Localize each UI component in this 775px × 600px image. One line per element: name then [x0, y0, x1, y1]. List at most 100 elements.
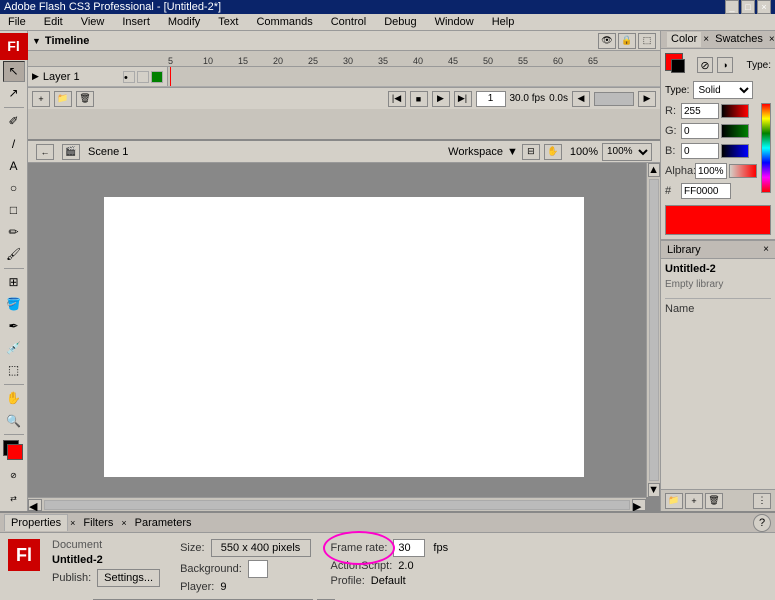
- color-spectrum-bar[interactable]: [761, 103, 771, 193]
- tool-line[interactable]: /: [3, 133, 25, 154]
- timeline-frame-btn[interactable]: ⬚: [638, 33, 656, 49]
- add-layer-btn[interactable]: +: [32, 91, 50, 107]
- add-folder-btn[interactable]: 📁: [54, 91, 72, 107]
- no-color-btn[interactable]: ⊘: [3, 464, 25, 486]
- tool-brush[interactable]: 🖌: [3, 243, 25, 264]
- zoom-select[interactable]: 100% 50% 200%: [602, 143, 652, 161]
- menu-view[interactable]: View: [77, 14, 109, 30]
- delete-layer-btn[interactable]: 🗑: [76, 91, 94, 107]
- tool-arrow[interactable]: ↖: [3, 61, 25, 82]
- r-slider[interactable]: [721, 104, 749, 118]
- scroll-thumb-h[interactable]: [44, 500, 630, 510]
- lib-options-btn[interactable]: ⋮: [753, 493, 771, 509]
- stage-canvas[interactable]: [104, 197, 584, 477]
- timeline-collapse-btn[interactable]: ▼: [32, 36, 41, 46]
- size-button[interactable]: 550 x 400 pixels: [211, 539, 311, 557]
- menu-modify[interactable]: Modify: [164, 14, 204, 30]
- menu-debug[interactable]: Debug: [380, 14, 420, 30]
- b-input[interactable]: 0: [681, 143, 719, 159]
- black-white-btn[interactable]: ◑: [717, 57, 733, 73]
- menu-commands[interactable]: Commands: [252, 14, 316, 30]
- menu-window[interactable]: Window: [431, 14, 478, 30]
- menu-insert[interactable]: Insert: [118, 14, 154, 30]
- stage-back-btn[interactable]: ←: [36, 144, 54, 160]
- next-frame-btn[interactable]: ▶|: [454, 91, 472, 107]
- stroke-swatch[interactable]: [671, 59, 685, 73]
- play-btn[interactable]: ▶: [432, 91, 450, 107]
- tool-fill[interactable]: 🪣: [3, 294, 25, 315]
- lib-add-item-btn[interactable]: +: [685, 493, 703, 509]
- lib-add-folder-btn[interactable]: 📁: [665, 493, 683, 509]
- library-close-btn[interactable]: ×: [763, 244, 769, 255]
- menu-file[interactable]: File: [4, 14, 30, 30]
- alpha-slider[interactable]: [729, 164, 757, 178]
- workspace-label[interactable]: Workspace: [448, 146, 503, 158]
- timeline-eye-btn[interactable]: 👁: [598, 33, 616, 49]
- props-help-button[interactable]: ?: [753, 514, 771, 532]
- tab-properties[interactable]: Properties: [4, 514, 68, 531]
- tool-oval[interactable]: ○: [3, 177, 25, 198]
- stage-hand-btn[interactable]: ✋: [544, 144, 562, 160]
- workspace-dropdown-icon[interactable]: ▼: [507, 146, 518, 158]
- hex-input[interactable]: FF0000: [681, 183, 731, 199]
- timeline-scroll-right[interactable]: ▶: [638, 91, 656, 107]
- tab-swatches[interactable]: Swatches: [711, 32, 767, 47]
- scroll-thumb-v[interactable]: [649, 179, 659, 481]
- prev-frame-btn[interactable]: |◀: [388, 91, 406, 107]
- scroll-right-btn[interactable]: ▶: [632, 499, 646, 511]
- tab-parameters[interactable]: Parameters: [129, 515, 198, 531]
- layer-name-1[interactable]: Layer 1: [43, 71, 80, 83]
- b-slider[interactable]: [721, 144, 749, 158]
- color-preview-swatch[interactable]: [665, 205, 771, 235]
- scroll-left-btn[interactable]: ◀: [28, 499, 42, 511]
- tool-ink[interactable]: ✒: [3, 316, 25, 337]
- tool-eraser[interactable]: ⬚: [3, 360, 25, 381]
- timeline-scrollbar[interactable]: [594, 92, 634, 106]
- g-input[interactable]: 0: [681, 123, 719, 139]
- settings-button[interactable]: Settings...: [97, 569, 160, 587]
- frame-number-input[interactable]: 1: [476, 91, 506, 107]
- menu-control[interactable]: Control: [327, 14, 370, 30]
- menu-edit[interactable]: Edit: [40, 14, 67, 30]
- stage-snap-btn[interactable]: ⊟: [522, 144, 540, 160]
- stop-btn[interactable]: ■: [410, 91, 428, 107]
- bg-color-box[interactable]: [248, 560, 268, 578]
- close-button[interactable]: ×: [757, 0, 771, 14]
- stage-area[interactable]: ◀ ▶ ▲ ▼: [28, 163, 660, 511]
- framerate-input[interactable]: 30: [393, 539, 425, 557]
- no-color-mini[interactable]: ⊘: [697, 57, 713, 73]
- props-tab-close-2[interactable]: ×: [121, 518, 126, 528]
- scroll-down-btn[interactable]: ▼: [648, 483, 660, 497]
- r-input[interactable]: 255: [681, 103, 719, 119]
- timeline-lock-btn[interactable]: 🔒: [618, 33, 636, 49]
- menu-text[interactable]: Text: [214, 14, 242, 30]
- tool-text[interactable]: A: [3, 155, 25, 176]
- menu-help[interactable]: Help: [488, 14, 519, 30]
- horizontal-scrollbar[interactable]: ◀ ▶: [28, 497, 646, 511]
- swap-colors-btn[interactable]: ⇄: [3, 487, 25, 509]
- scroll-up-btn[interactable]: ▲: [648, 163, 660, 177]
- tool-pencil[interactable]: ✏: [3, 221, 25, 242]
- alpha-input[interactable]: 100%: [695, 163, 727, 179]
- tool-freehand[interactable]: ✐: [3, 111, 25, 132]
- layer-eye-icon[interactable]: •: [123, 71, 135, 83]
- g-slider[interactable]: [721, 124, 749, 138]
- fill-color-box[interactable]: [7, 444, 23, 460]
- layer-content-1[interactable]: [168, 67, 660, 86]
- tool-eyedrop[interactable]: 💉: [3, 338, 25, 359]
- minimize-button[interactable]: _: [725, 0, 739, 14]
- lib-delete-btn[interactable]: 🗑: [705, 493, 723, 509]
- timeline-scroll-left[interactable]: ◀: [572, 91, 590, 107]
- tool-hand[interactable]: ✋: [3, 388, 25, 409]
- color-type-select[interactable]: Solid Linear Radial: [693, 81, 753, 99]
- props-tab-close-1[interactable]: ×: [70, 518, 75, 528]
- tool-freexform[interactable]: ⊞: [3, 271, 25, 292]
- vertical-scrollbar[interactable]: ▲ ▼: [646, 163, 660, 497]
- tool-subselect[interactable]: ↗: [3, 83, 25, 104]
- tool-rect[interactable]: □: [3, 199, 25, 220]
- maximize-button[interactable]: □: [741, 0, 755, 14]
- tab-color[interactable]: Color: [667, 32, 701, 47]
- tab-filters[interactable]: Filters: [77, 515, 119, 531]
- layer-lock-icon[interactable]: [137, 71, 149, 83]
- tool-zoom[interactable]: 🔍: [3, 410, 25, 431]
